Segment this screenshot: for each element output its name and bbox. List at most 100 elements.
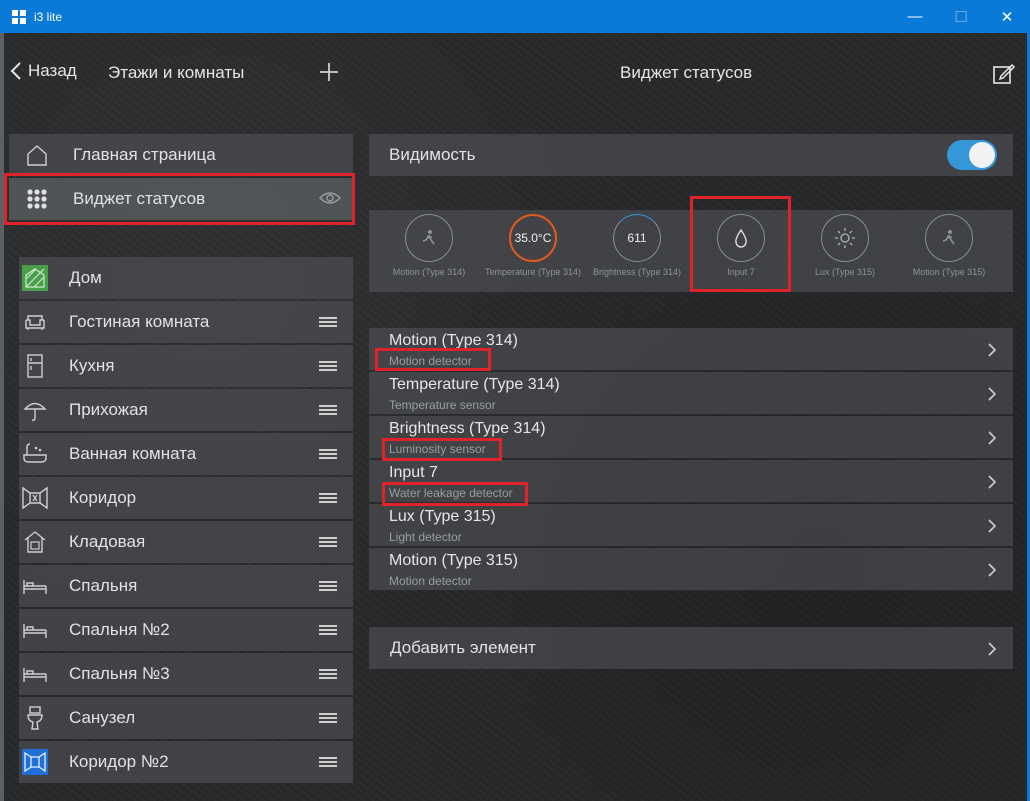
toilet-icon — [21, 704, 49, 732]
drag-handle-icon[interactable] — [319, 317, 337, 327]
drag-handle-icon[interactable] — [319, 669, 337, 679]
room-item[interactable]: Коридор №2 — [19, 741, 353, 783]
room-item[interactable]: Дом — [19, 257, 353, 299]
drag-handle-icon[interactable] — [319, 537, 337, 547]
visibility-label: Видимость — [389, 145, 476, 164]
sensor-name: Brightness (Type 314) — [389, 420, 546, 437]
highlight-sensor-desc — [382, 482, 528, 506]
window-controls: — ☐ ✕ — [892, 0, 1030, 33]
window-title: i3 lite — [34, 9, 63, 24]
highlight-widget-input7 — [690, 196, 791, 292]
chevron-right-icon — [988, 343, 997, 357]
room-item[interactable]: Спальня №3 — [19, 653, 353, 695]
widget-label: Lux (Type 315) — [814, 267, 876, 277]
chevron-left-icon — [10, 62, 21, 80]
highlight-sensor-desc — [375, 348, 491, 371]
sensor-row[interactable]: Motion (Type 315) Motion detector — [369, 548, 1013, 591]
widget-label: Motion (Type 315) — [912, 267, 986, 277]
chevron-right-icon — [988, 519, 997, 533]
widget-item[interactable]: Motion (Type 315) — [897, 214, 1001, 286]
room-item[interactable]: Коридор — [19, 477, 353, 519]
floors-title: Этажи и комнаты — [108, 63, 245, 82]
widget-item[interactable]: 611 Brightness (Type 314) — [585, 214, 689, 286]
room-item[interactable]: Гостиная комната — [19, 301, 353, 343]
room-label: Прихожая — [69, 400, 148, 419]
chevron-right-icon — [988, 475, 997, 489]
maximize-button[interactable]: ☐ — [938, 0, 984, 33]
room-item[interactable]: Ванная комната — [19, 433, 353, 475]
highlight-sensor-desc — [382, 438, 502, 461]
add-element-button[interactable]: Добавить элемент — [369, 627, 1013, 669]
room-label: Спальня №3 — [69, 664, 170, 683]
sensor-name: Temperature (Type 314) — [389, 376, 560, 393]
highlight-nav-status — [4, 173, 355, 225]
sun-icon — [835, 228, 855, 248]
bathtub-icon — [21, 440, 49, 468]
widget-circle — [925, 214, 973, 262]
motion-icon — [942, 230, 955, 245]
room-label: Гостиная комната — [69, 312, 210, 331]
back-button[interactable]: Назад — [10, 61, 77, 81]
room-item[interactable]: Кухня — [19, 345, 353, 387]
room-label: Санузел — [69, 708, 136, 727]
room-label: Дом — [69, 268, 102, 287]
motion-icon — [422, 230, 435, 245]
umbrella-icon — [21, 396, 49, 424]
sensor-row[interactable]: Lux (Type 315) Light detector — [369, 504, 1013, 547]
sensor-row[interactable]: Temperature (Type 314) Temperature sensor — [369, 372, 1013, 415]
visibility-row: Видимость — [369, 134, 1013, 176]
drag-handle-icon[interactable] — [319, 713, 337, 723]
drag-handle-icon[interactable] — [319, 361, 337, 371]
widget-item[interactable]: 35.0°C Temperature (Type 314) — [481, 214, 585, 286]
drag-handle-icon[interactable] — [319, 757, 337, 767]
room-item[interactable]: Спальня — [19, 565, 353, 607]
drag-handle-icon[interactable] — [319, 581, 337, 591]
add-room-button[interactable] — [318, 61, 340, 88]
bed-icon — [21, 660, 49, 688]
widget-label: Brightness (Type 314) — [592, 267, 682, 277]
app-content: Назад Этажи и комнаты Виджет статусов Гл… — [4, 33, 1027, 801]
corridor-icon — [21, 484, 49, 512]
chevron-right-icon — [988, 563, 997, 577]
add-element-label: Добавить элемент — [390, 638, 536, 657]
nav-home[interactable]: Главная страница — [9, 134, 353, 176]
drag-handle-icon[interactable] — [319, 625, 337, 635]
storage-icon — [21, 528, 49, 556]
room-label: Ванная комната — [69, 444, 197, 463]
plus-icon — [320, 63, 338, 81]
drag-handle-icon[interactable] — [319, 493, 337, 503]
chevron-right-icon — [988, 431, 997, 445]
back-label: Назад — [28, 61, 77, 80]
widget-item[interactable]: Motion (Type 314) — [377, 214, 481, 286]
visibility-toggle[interactable] — [947, 140, 997, 170]
window-titlebar: i3 lite — ☐ ✕ — [0, 0, 1030, 33]
chevron-right-icon — [988, 642, 997, 656]
sofa-icon — [21, 308, 49, 336]
edit-button[interactable] — [992, 62, 1016, 91]
room-item[interactable]: Кладовая — [19, 521, 353, 563]
room-label: Коридор №2 — [69, 752, 169, 771]
widget-label: Motion (Type 314) — [392, 267, 466, 277]
room-label: Кладовая — [69, 532, 146, 551]
chevron-right-icon — [988, 387, 997, 401]
widget-label: Temperature (Type 314) — [484, 267, 582, 277]
sensor-name: Input 7 — [389, 464, 438, 481]
close-button[interactable]: ✕ — [984, 0, 1030, 33]
edit-icon — [993, 63, 1016, 84]
sensor-desc: Light detector — [389, 530, 462, 544]
house-icon — [21, 264, 49, 292]
sensor-name: Motion (Type 315) — [389, 552, 518, 569]
bed-icon — [21, 616, 49, 644]
room-label: Кухня — [69, 356, 115, 375]
corridor-icon — [21, 748, 49, 776]
room-item[interactable]: Прихожая — [19, 389, 353, 431]
room-item[interactable]: Санузел — [19, 697, 353, 739]
minimize-button[interactable]: — — [892, 0, 938, 33]
room-item[interactable]: Спальня №2 — [19, 609, 353, 651]
room-label: Коридор — [69, 488, 137, 507]
sensor-desc: Motion detector — [389, 574, 472, 588]
app-icon — [12, 9, 26, 24]
drag-handle-icon[interactable] — [319, 449, 337, 459]
widget-item[interactable]: Lux (Type 315) — [793, 214, 897, 286]
drag-handle-icon[interactable] — [319, 405, 337, 415]
